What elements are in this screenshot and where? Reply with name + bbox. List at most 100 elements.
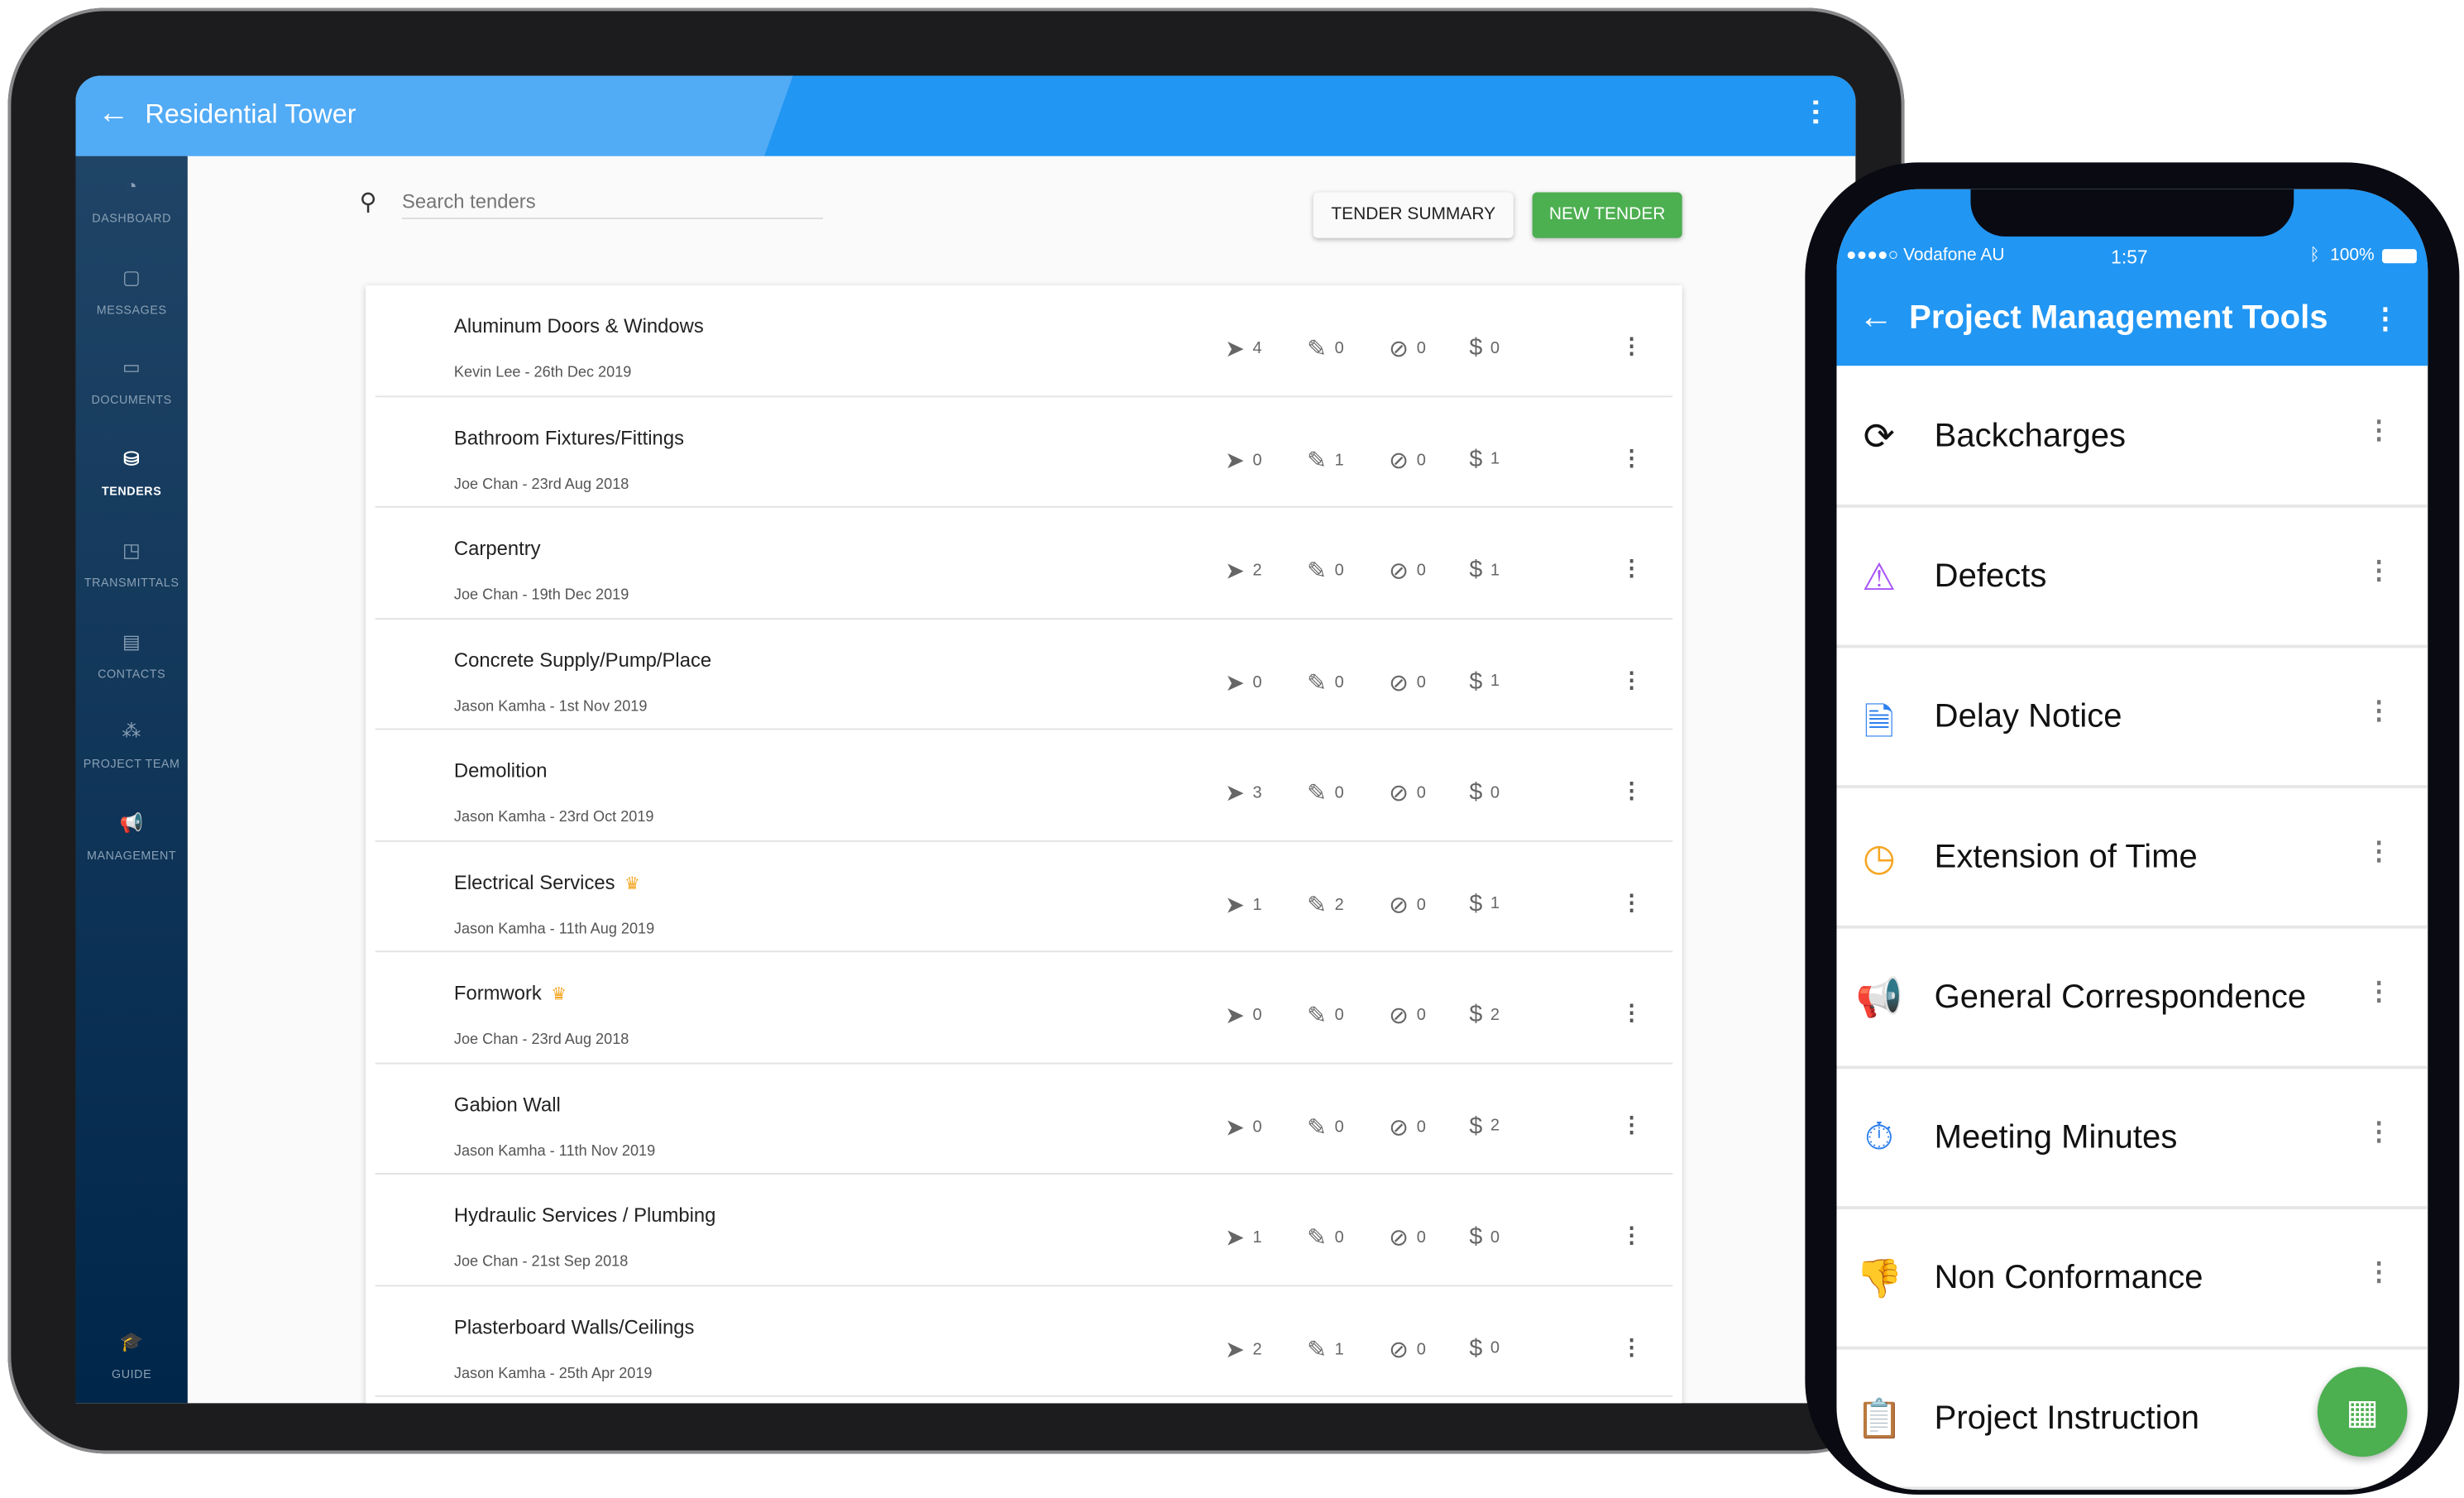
megaphone-icon: 📢 [1855,977,1903,1021]
tender-name: Plasterboard Walls/Ceilings [453,1315,695,1338]
count-value: 4 [1252,338,1262,358]
sidebar-item-contacts[interactable]: ▤ CONTACTS [75,629,187,680]
more-vertical-icon[interactable]: ⋮ [1620,333,1643,359]
pencil-icon: ✎ [1307,1003,1328,1030]
tender-row[interactable]: Hydraulic Services / Plumbing Joe Chan -… [375,1175,1673,1286]
sidebar-item-dashboard[interactable]: ◔ DASHBOARD [75,175,187,226]
count-value: 0 [1416,1228,1426,1247]
count-value: 0 [1490,1338,1500,1358]
priced-count: $0 [1469,779,1500,806]
count-value: 1 [1490,449,1500,469]
tender-row[interactable]: Electrical Services ♛ Jason Kamha - 11th … [375,841,1673,953]
more-vertical-icon[interactable]: ⋮ [2366,976,2391,1007]
arrow-left-icon[interactable]: ← [1859,296,1893,337]
priced-count: $2 [1469,1001,1500,1027]
tool-item-non-conformance[interactable]: 👎 Non Conformance ⋮ [1836,1209,2428,1350]
sidebar-item-transmittals[interactable]: ◳ TRANSMITTALS [75,538,187,589]
count-value: 0 [1252,672,1262,692]
tool-item-meeting-minutes[interactable]: ⏱ Meeting Minutes ⋮ [1836,1069,2428,1209]
more-vertical-icon[interactable]: ⋮ [2366,555,2391,586]
sidebar-item-label: MESSAGES [96,302,167,317]
more-vertical-icon[interactable]: ⋮ [1620,444,1643,471]
more-vertical-icon[interactable]: ⋯ [1799,98,1834,126]
arrow-left-icon[interactable]: ← [98,96,129,132]
more-vertical-icon[interactable]: ⋮ [1620,1222,1643,1248]
phone-header: ●●●●○ Vodafone AU 1:57 ᛒ 100% ← Project … [1836,189,2428,366]
sidebar-item-guide[interactable]: 🎓 GUIDE [75,1331,187,1381]
more-vertical-icon[interactable]: ⋮ [1620,1333,1643,1360]
more-vertical-icon[interactable]: ⋮ [2366,696,2391,727]
pencil-icon: ✎ [1307,335,1328,363]
tender-name: Concrete Supply/Pump/Place [453,648,712,672]
tool-item-defects[interactable]: ⚠ Defects ⋮ [1836,508,2428,648]
count-value: 0 [1334,1117,1344,1137]
send-icon: ➤ [1224,669,1245,696]
team-icon: ⁂ [122,720,141,744]
tool-item-extension-of-time[interactable]: ◷ Extension of Time ⋮ [1836,788,2428,929]
tender-row[interactable]: Carpentry Joe Chan - 19th Dec 2019 ➤ 2 ✎ 0 ⊘ 0… [375,508,1673,620]
more-vertical-icon[interactable]: ⋮ [1620,888,1643,915]
tender-summary-button[interactable]: TENDER SUMMARY [1313,192,1514,238]
tool-item-general-correspondence[interactable]: 📢 General Correspondence ⋮ [1836,929,2428,1070]
tender-box-icon: ⛁ [123,447,141,471]
count-value: 2 [1490,1116,1500,1136]
sidebar-item-label: DASHBOARD [92,211,172,226]
count-value: 0 [1334,1006,1344,1025]
send-icon: ➤ [1224,1224,1245,1252]
more-vertical-icon[interactable]: ⋮ [1620,999,1643,1026]
tool-label: Backcharges [1934,418,2127,454]
send-icon: ➤ [1224,335,1245,363]
sidebar-item-project-team[interactable]: ⁂ PROJECT TEAM [75,720,187,771]
sidebar-item-label: DOCUMENTS [91,393,172,408]
tool-label: Extension of Time [1934,838,2198,875]
gauge-icon: ◔ [125,175,138,198]
tender-row[interactable]: Bathroom Fixtures/Fittings Joe Chan - 23… [375,396,1673,508]
new-tender-button[interactable]: NEW TENDER [1532,192,1682,238]
more-vertical-icon[interactable]: ⋮ [1620,778,1643,804]
tender-name: Aluminum Doors & Windows [453,315,704,337]
more-vertical-icon[interactable]: ⋮ [1620,666,1643,692]
more-vertical-icon[interactable]: ⋮ [2366,1116,2391,1147]
tender-row[interactable]: Concrete Supply/Pump/Place Jason Kamha -… [375,619,1673,730]
more-vertical-icon[interactable]: ⋮ [1620,1111,1643,1137]
more-vertical-icon[interactable]: ⋮ [2366,414,2391,446]
count-value: 0 [1334,1228,1344,1247]
sidebar-item-documents[interactable]: ▭ DOCUMENTS [75,357,187,408]
document-clock-icon: 🗎 [1864,701,1895,744]
tool-item-backcharges[interactable]: ⟳ Backcharges ⋮ [1836,367,2428,508]
count-value: 3 [1252,783,1262,803]
sidebar-item-messages[interactable]: ▢ MESSAGES [75,266,187,317]
tender-row[interactable]: Gabion Wall Jason Kamha - 11th Nov 2019 ➤… [375,1064,1673,1175]
count-value: 2 [1334,894,1344,914]
count-value: 0 [1334,672,1344,692]
block-icon: ⊘ [1389,447,1409,474]
tender-list: Aluminum Doors & Windows Kevin Lee - 26t… [366,285,1682,1404]
count-value: 0 [1252,1006,1262,1025]
more-vertical-icon[interactable]: ⋮ [1620,555,1643,581]
block-icon: ⊘ [1389,1224,1409,1252]
dollar-icon: $ [1469,556,1483,584]
priced-count: $0 [1469,1334,1500,1361]
tool-item-delay-notice[interactable]: 🗎 Delay Notice ⋮ [1836,648,2428,788]
tender-row[interactable]: Aluminum Doors & Windows Kevin Lee - 26t… [375,285,1673,397]
send-icon: ➤ [1224,447,1245,474]
priced-count: $2 [1469,1113,1500,1139]
more-vertical-icon[interactable]: ⋮ [2366,1256,2391,1288]
send-icon: ➤ [1224,780,1245,807]
pencil-icon: ✎ [1307,1113,1328,1141]
count-value: 1 [1334,1339,1344,1359]
tender-row[interactable]: Formwork ♛ Joe Chan - 23rd Aug 2018 ➤ 0 ✎ 0 ⊘ 0… [375,952,1673,1064]
declined-count: ⊘ 0 [1389,890,1426,918]
more-vertical-icon[interactable]: ⋮ [2366,835,2391,867]
search-input[interactable] [402,185,823,219]
declined-count: ⊘ 0 [1389,668,1426,696]
tender-row[interactable]: Plasterboard Walls/Ceilings Jason Kamha … [375,1285,1673,1397]
sidebar-item-tenders[interactable]: ⛁ TENDERS [75,447,187,498]
more-vertical-icon[interactable]: ⋮ [2371,303,2399,336]
sent-count: ➤ 4 [1225,334,1262,362]
declined-count: ⊘ 0 [1389,779,1426,806]
declined-count: ⊘ 0 [1389,1113,1426,1141]
tender-row[interactable]: Demolition Jason Kamha - 23rd Oct 2019 ➤ 3… [375,730,1673,841]
grid-fab-button[interactable]: ▦ [2317,1366,2408,1457]
sidebar-item-management[interactable]: 📢 MANAGEMENT [75,811,187,862]
